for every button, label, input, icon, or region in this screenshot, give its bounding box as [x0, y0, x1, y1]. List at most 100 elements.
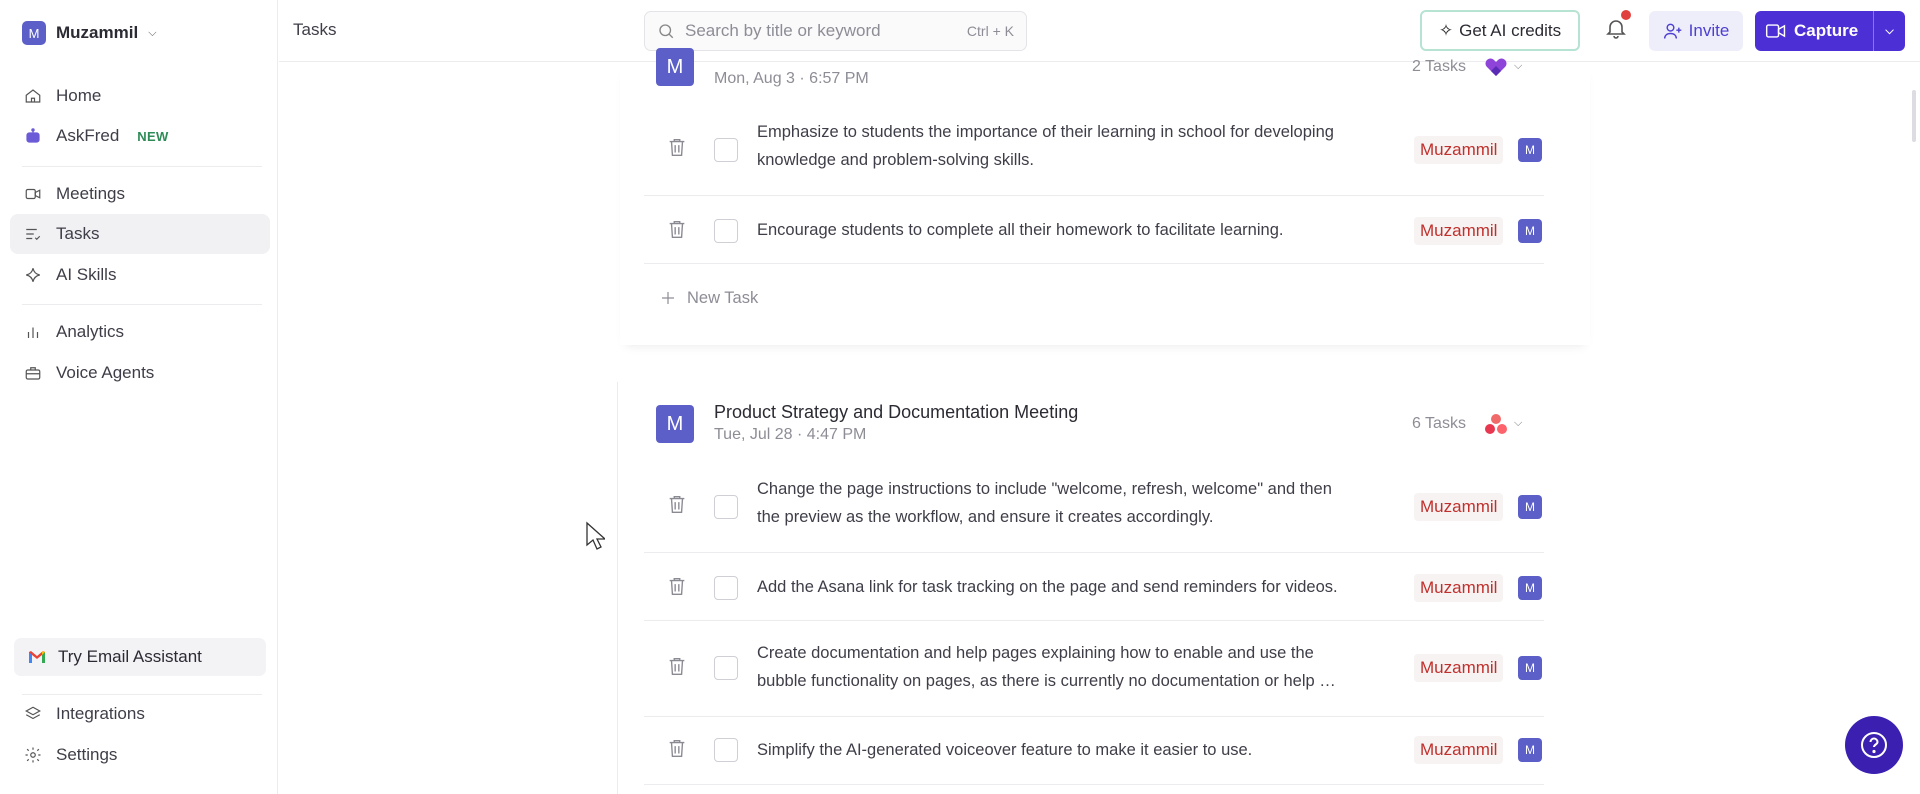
- workspace-name: Muzammil: [56, 23, 139, 42]
- task-text[interactable]: Add the Asana link for task tracking on …: [757, 573, 1357, 601]
- meeting-date: Mon, Aug 3 · 6:57 PM: [714, 70, 869, 87]
- delete-task-button[interactable]: [666, 136, 688, 160]
- sidebar-item-label: Voice Agents: [56, 363, 155, 382]
- delete-task-button[interactable]: [666, 575, 688, 599]
- workspace-avatar: M: [22, 21, 46, 45]
- search-shortcut: Ctrl + K: [966, 23, 1014, 39]
- assignee-name[interactable]: Muzammil: [1414, 654, 1504, 682]
- task-checkbox[interactable]: [714, 656, 738, 680]
- help-icon: [1861, 732, 1887, 758]
- chevron-down-icon[interactable]: ⌵: [1514, 60, 1522, 73]
- sidebar-divider: [22, 166, 262, 167]
- assignee-avatar: M: [1518, 738, 1542, 762]
- sidebar-item-meetings[interactable]: Meetings: [10, 174, 270, 214]
- task-text[interactable]: Emphasize to students the importance of …: [757, 118, 1357, 174]
- delete-task-button[interactable]: [666, 218, 688, 242]
- meeting-avatar: M: [656, 48, 694, 86]
- sidebar-item-ai-skills[interactable]: AI Skills: [10, 255, 270, 295]
- sidebar: M Muzammil ⌵ Home AskFred NEW Meetings T…: [0, 0, 278, 794]
- invite-label: Invite: [1688, 21, 1730, 40]
- sidebar-item-label: Settings: [56, 745, 118, 764]
- trash-icon: [669, 495, 685, 513]
- meeting-title[interactable]: Product Strategy and Documentation Meeti…: [714, 402, 1078, 423]
- delete-task-button[interactable]: [666, 655, 688, 679]
- email-assistant-label: Try Email Assistant: [58, 647, 202, 666]
- task-checkbox[interactable]: [714, 495, 738, 519]
- task-checkbox[interactable]: [714, 738, 738, 762]
- new-badge: NEW: [137, 128, 169, 144]
- video-icon: [1765, 24, 1786, 38]
- task-checkbox[interactable]: [714, 219, 738, 243]
- search-input[interactable]: Search by title or keyword Ctrl + K: [644, 11, 1027, 51]
- sidebar-item-voice-agents[interactable]: Voice Agents: [10, 353, 270, 393]
- sidebar-item-settings[interactable]: Settings: [10, 735, 270, 775]
- capture-dropdown[interactable]: ⌵: [1873, 11, 1905, 51]
- asana-icon: [1485, 414, 1507, 434]
- chevron-down-icon[interactable]: ⌵: [1514, 417, 1522, 430]
- sidebar-item-analytics[interactable]: Analytics: [10, 312, 270, 352]
- home-icon: [25, 89, 41, 103]
- sidebar-item-label: Analytics: [56, 322, 125, 341]
- table-row: Simplify the AI-generated voiceover feat…: [644, 717, 1544, 785]
- assignee-name[interactable]: Muzammil: [1414, 136, 1504, 164]
- capture-button[interactable]: Capture ⌵: [1755, 11, 1905, 51]
- table-row: Create documentation and help pages expl…: [644, 621, 1544, 717]
- help-button[interactable]: [1845, 716, 1903, 774]
- credits-label: Get AI credits: [1459, 20, 1562, 40]
- tasks-icon: [26, 228, 41, 241]
- trash-icon: [669, 138, 685, 156]
- trash-icon: [669, 739, 685, 757]
- task-text[interactable]: Create documentation and help pages expl…: [757, 639, 1357, 695]
- integration-icon: [1485, 58, 1507, 76]
- try-email-assistant-button[interactable]: Try Email Assistant: [14, 638, 266, 676]
- sidebar-item-label: Home: [56, 86, 102, 105]
- task-count: 2 Tasks: [1412, 58, 1466, 75]
- invite-button[interactable]: Invite: [1649, 11, 1743, 51]
- search-icon: [659, 24, 674, 39]
- trash-icon: [669, 657, 685, 675]
- delete-task-button[interactable]: [666, 493, 688, 517]
- gmail-icon: [29, 651, 45, 663]
- capture-main[interactable]: Capture: [1755, 11, 1873, 51]
- notifications-button[interactable]: [1604, 10, 1632, 44]
- assignee-avatar: M: [1518, 495, 1542, 519]
- task-text[interactable]: Encourage students to complete all their…: [757, 216, 1357, 244]
- sidebar-item-askfred[interactable]: AskFred NEW: [10, 116, 270, 156]
- assignee-name[interactable]: Muzammil: [1414, 493, 1504, 521]
- delete-task-button[interactable]: [666, 737, 688, 761]
- meeting-divider: [617, 382, 618, 794]
- sidebar-item-label: Tasks: [56, 224, 100, 243]
- assignee-avatar: M: [1518, 138, 1542, 162]
- task-count: 6 Tasks: [1412, 415, 1466, 432]
- table-row: Encourage students to complete all their…: [644, 196, 1544, 264]
- assignee-avatar: M: [1518, 219, 1542, 243]
- task-text[interactable]: Change the page instructions to include …: [757, 475, 1357, 531]
- assignee-avatar: M: [1518, 656, 1542, 680]
- task-checkbox[interactable]: [714, 138, 738, 162]
- robot-icon: [26, 128, 40, 143]
- task-text[interactable]: Simplify the AI-generated voiceover feat…: [757, 736, 1357, 764]
- search-placeholder: Search by title or keyword: [685, 21, 881, 40]
- workspace-switcher[interactable]: M Muzammil ⌵: [22, 20, 157, 46]
- table-row: Change the page instructions to include …: [644, 465, 1544, 553]
- sidebar-item-tasks[interactable]: Tasks: [10, 214, 270, 254]
- sparkle-icon: ✧: [1438, 20, 1454, 40]
- gear-icon: [25, 747, 41, 763]
- sidebar-item-home[interactable]: Home: [10, 76, 270, 116]
- get-ai-credits-button[interactable]: ✧ Get AI credits: [1420, 10, 1580, 51]
- notification-dot: [1621, 10, 1631, 20]
- add-user-icon: [1663, 23, 1682, 39]
- meeting-avatar: M: [656, 405, 694, 443]
- sidebar-item-integrations[interactable]: Integrations: [10, 694, 270, 734]
- table-row: Emphasize to students the importance of …: [644, 108, 1544, 196]
- scrollbar[interactable]: [1912, 90, 1916, 142]
- new-task-button[interactable]: New Task: [659, 285, 758, 311]
- assignee-name[interactable]: Muzammil: [1414, 736, 1504, 764]
- assignee-name[interactable]: Muzammil: [1414, 217, 1504, 245]
- task-checkbox[interactable]: [714, 576, 738, 600]
- video-icon: [25, 188, 41, 200]
- assignee-avatar: M: [1518, 576, 1542, 600]
- sidebar-item-label: AskFred: [56, 126, 120, 145]
- assignee-name[interactable]: Muzammil: [1414, 574, 1504, 602]
- topbar: Tasks Search by title or keyword Ctrl + …: [279, 0, 1920, 62]
